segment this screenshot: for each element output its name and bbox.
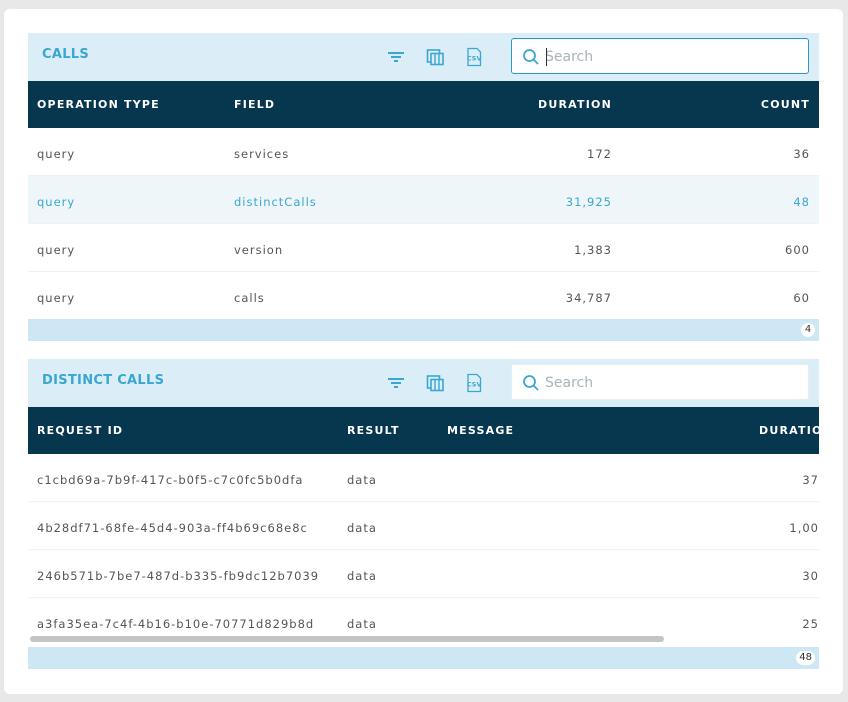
distinct-calls-search-box[interactable] xyxy=(511,364,809,400)
column-header-count[interactable]: COUNT xyxy=(761,98,810,111)
table-row[interactable]: a3fa35ea-7c4f-4b16-b10e-70771d829b8d dat… xyxy=(28,598,819,643)
cell-request-id: c1cbd69a-7b9f-417c-b0f5-c7c0fc5b0dfa xyxy=(37,473,304,487)
column-header-field[interactable]: FIELD xyxy=(234,98,275,111)
table-row-highlighted[interactable]: query distinctCalls 31,925 48 xyxy=(28,176,819,224)
cell-count: 600 xyxy=(785,243,810,257)
cell-duration: 34,787 xyxy=(565,291,612,305)
calls-toolbar: CALLS CSV xyxy=(28,33,819,81)
table-row[interactable]: query version 1,383 600 xyxy=(28,224,819,272)
column-header-result[interactable]: RESULT xyxy=(347,424,400,437)
distinct-calls-csv-button[interactable]: CSV xyxy=(464,373,484,393)
cell-duration: 1,383 xyxy=(574,243,612,257)
svg-text:CSV: CSV xyxy=(467,55,482,63)
cell-count: 48 xyxy=(793,195,810,209)
dashboard-card: CALLS CSV Search OPERATION TYPE FIELD DU… xyxy=(4,9,843,694)
cell-duration: 25 xyxy=(802,617,819,631)
cell-duration: 1,00 xyxy=(789,521,819,535)
distinct-calls-toolbar: DISTINCT CALLS CSV xyxy=(28,359,819,407)
cell-request-id: a3fa35ea-7c4f-4b16-b10e-70771d829b8d xyxy=(37,617,315,631)
calls-panel: CALLS CSV Search OPERATION TYPE FIELD DU… xyxy=(28,33,819,341)
calls-columns-button[interactable] xyxy=(425,47,445,67)
search-icon xyxy=(523,375,539,391)
cell-result: data xyxy=(347,521,377,535)
distinct-calls-filter-button[interactable] xyxy=(386,373,406,393)
calls-search-input[interactable] xyxy=(545,47,795,67)
cell-field: version xyxy=(234,243,284,257)
cell-duration: 37 xyxy=(802,473,819,487)
search-icon xyxy=(523,49,539,65)
cell-field: distinctCalls xyxy=(234,195,317,209)
column-chooser-icon xyxy=(426,375,444,392)
table-row[interactable]: 246b571b-7be7-487d-b335-fb9dc12b7039 dat… xyxy=(28,550,819,598)
distinct-calls-title: DISTINCT CALLS xyxy=(42,373,165,388)
cell-request-id: 4b28df71-68fe-45d4-903a-ff4b69c68e8c xyxy=(37,521,308,535)
table-row[interactable]: query calls 34,787 60 xyxy=(28,272,819,319)
column-chooser-icon xyxy=(426,49,444,66)
horizontal-scrollbar[interactable] xyxy=(30,636,664,642)
svg-text:CSV: CSV xyxy=(467,381,482,389)
cell-result: data xyxy=(347,569,377,583)
table-row[interactable]: 4b28df71-68fe-45d4-903a-ff4b69c68e8c dat… xyxy=(28,502,819,550)
distinct-calls-columns-button[interactable] xyxy=(425,373,445,393)
table-row[interactable]: query services 172 36 xyxy=(28,128,819,176)
distinct-calls-table-header: REQUEST ID RESULT MESSAGE DURATIO xyxy=(28,407,819,454)
cell-operation-type: query xyxy=(37,291,76,305)
cell-result: data xyxy=(347,617,377,631)
row-count-badge: 4 xyxy=(801,323,815,337)
filter-icon xyxy=(388,52,404,62)
cell-result: data xyxy=(347,473,377,487)
cell-operation-type: query xyxy=(37,195,76,209)
column-header-operation-type[interactable]: OPERATION TYPE xyxy=(37,98,160,111)
calls-filter-button[interactable] xyxy=(386,47,406,67)
column-header-request-id[interactable]: REQUEST ID xyxy=(37,424,123,437)
calls-footer: 4 xyxy=(28,319,819,341)
csv-export-icon: CSV xyxy=(467,373,482,393)
cell-field: calls xyxy=(234,291,265,305)
cell-operation-type: query xyxy=(37,243,76,257)
table-row[interactable]: c1cbd69a-7b9f-417c-b0f5-c7c0fc5b0dfa dat… xyxy=(28,454,819,502)
text-caret xyxy=(546,48,547,66)
cell-duration: 30 xyxy=(802,569,819,583)
csv-export-icon: CSV xyxy=(467,47,482,67)
row-count-badge: 48 xyxy=(796,651,815,665)
distinct-calls-footer: 48 xyxy=(28,647,819,669)
distinct-calls-search-input[interactable] xyxy=(545,373,795,393)
calls-title: CALLS xyxy=(42,47,90,62)
cell-count: 36 xyxy=(793,147,810,161)
cell-request-id: 246b571b-7be7-487d-b335-fb9dc12b7039 xyxy=(37,569,320,583)
calls-search-box[interactable] xyxy=(511,38,809,74)
column-header-duration[interactable]: DURATION xyxy=(538,98,612,111)
filter-icon xyxy=(388,378,404,388)
cell-count: 60 xyxy=(793,291,810,305)
cell-operation-type: query xyxy=(37,147,76,161)
cell-duration: 172 xyxy=(587,147,612,161)
distinct-calls-panel: DISTINCT CALLS CSV Search REQUEST ID RES… xyxy=(28,359,819,669)
cell-duration: 31,925 xyxy=(565,195,612,209)
column-header-message[interactable]: MESSAGE xyxy=(447,424,514,437)
column-header-duration[interactable]: DURATIO xyxy=(759,424,819,437)
calls-table-header: OPERATION TYPE FIELD DURATION COUNT xyxy=(28,81,819,128)
calls-csv-button[interactable]: CSV xyxy=(464,47,484,67)
cell-field: services xyxy=(234,147,290,161)
